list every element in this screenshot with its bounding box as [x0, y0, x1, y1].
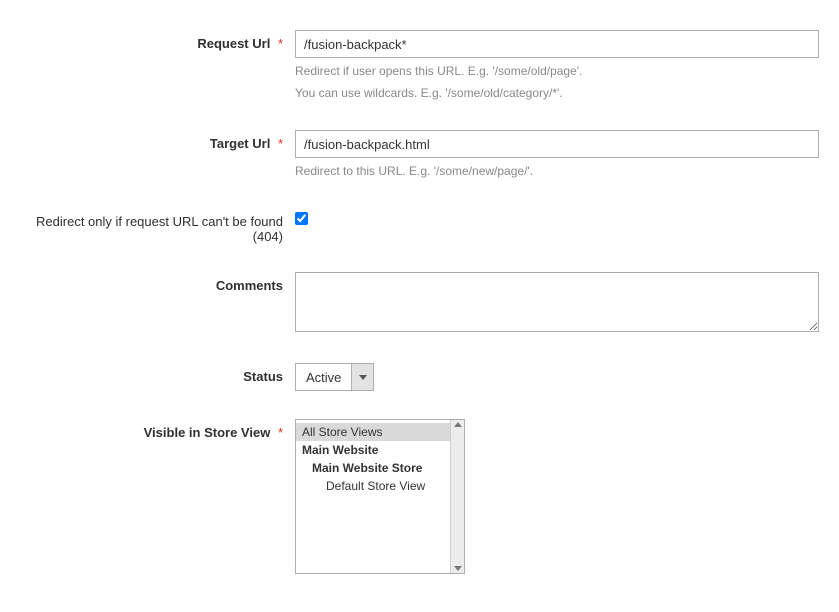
target-url-label: Target Url *: [20, 130, 295, 151]
store-option-all[interactable]: All Store Views: [296, 423, 450, 441]
comments-label: Comments: [20, 272, 295, 293]
comments-field: [295, 272, 819, 335]
comments-textarea[interactable]: [295, 272, 819, 332]
store-view-field: All Store Views Main Website Main Websit…: [295, 419, 819, 574]
target-url-hint: Redirect to this URL. E.g. '/some/new/pa…: [295, 162, 819, 180]
status-select-value: Active: [296, 364, 351, 390]
chevron-down-icon[interactable]: [351, 364, 373, 390]
request-url-label: Request Url *: [20, 30, 295, 51]
redirect-404-field: [295, 208, 819, 228]
request-url-hint1: Redirect if user opens this URL. E.g. '/…: [295, 62, 819, 80]
request-url-input[interactable]: [295, 30, 819, 58]
target-url-row: Target Url * Redirect to this URL. E.g. …: [20, 130, 819, 180]
required-mark-icon: *: [278, 36, 283, 51]
target-url-label-text: Target Url: [210, 136, 270, 151]
store-option-store[interactable]: Main Website Store: [296, 459, 450, 477]
request-url-row: Request Url * Redirect if user opens thi…: [20, 30, 819, 102]
store-view-listbox[interactable]: All Store Views Main Website Main Websit…: [295, 419, 465, 574]
status-row: Status Active: [20, 363, 819, 391]
request-url-hint2: You can use wildcards. E.g. '/some/old/c…: [295, 84, 819, 102]
scroll-down-icon[interactable]: [454, 566, 462, 571]
store-view-row: Visible in Store View * All Store Views …: [20, 419, 819, 574]
redirect-404-row: Redirect only if request URL can't be fo…: [20, 208, 819, 244]
comments-label-text: Comments: [216, 278, 283, 293]
store-view-options: All Store Views Main Website Main Websit…: [296, 420, 450, 573]
scroll-up-icon[interactable]: [454, 422, 462, 427]
redirect-404-label: Redirect only if request URL can't be fo…: [20, 208, 295, 244]
store-view-label: Visible in Store View *: [20, 419, 295, 440]
target-url-input[interactable]: [295, 130, 819, 158]
comments-row: Comments: [20, 272, 819, 335]
store-view-scrollbar[interactable]: [450, 420, 464, 573]
store-view-label-text: Visible in Store View: [144, 425, 271, 440]
status-label-text: Status: [243, 369, 283, 384]
request-url-label-text: Request Url: [197, 36, 270, 51]
request-url-field: Redirect if user opens this URL. E.g. '/…: [295, 30, 819, 102]
redirect-404-checkbox[interactable]: [295, 212, 308, 225]
required-mark-icon: *: [278, 136, 283, 151]
status-select[interactable]: Active: [295, 363, 374, 391]
target-url-field: Redirect to this URL. E.g. '/some/new/pa…: [295, 130, 819, 180]
status-label: Status: [20, 363, 295, 384]
status-field: Active: [295, 363, 819, 391]
redirect-404-label-text: Redirect only if request URL can't be fo…: [36, 214, 283, 244]
store-option-view[interactable]: Default Store View: [296, 477, 450, 495]
required-mark-icon: *: [278, 425, 283, 440]
store-option-website[interactable]: Main Website: [296, 441, 450, 459]
